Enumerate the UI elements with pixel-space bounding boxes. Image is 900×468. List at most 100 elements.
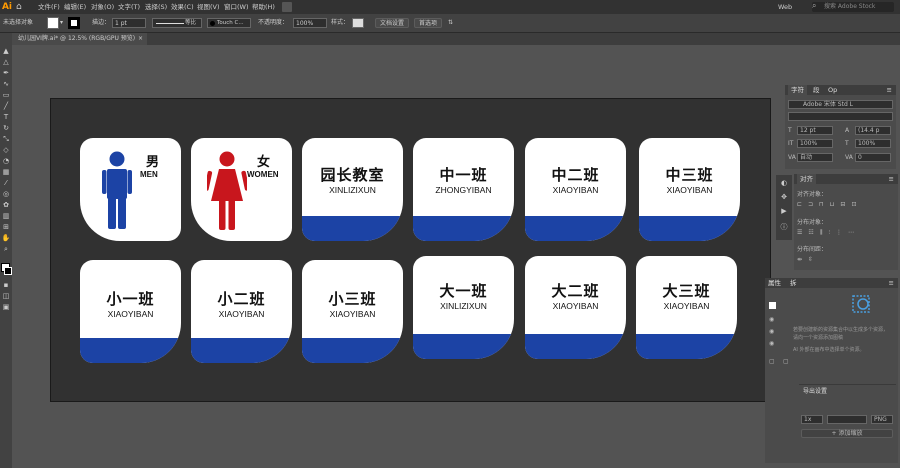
sign-men[interactable]: 男 MEN — [80, 138, 181, 241]
distribute-spacing-buttons[interactable]: ⇹⇳ — [797, 256, 819, 263]
tab-attributes[interactable]: 属性 — [768, 278, 781, 288]
export-suffix-field[interactable] — [827, 415, 867, 424]
home-icon[interactable]: ⌂ — [16, 2, 26, 12]
horizontal-scale-field[interactable]: 100% — [855, 139, 891, 148]
vertical-scale-field[interactable]: 100% — [797, 139, 833, 148]
sign-title: 小三班 — [328, 290, 377, 308]
draw-mode-icon[interactable]: ◫ — [1, 292, 11, 301]
arrange-docs-icon[interactable] — [282, 2, 292, 12]
workspace-switcher[interactable]: Web — [778, 0, 792, 14]
panel-menu-icon[interactable]: ≡ — [887, 85, 892, 95]
swatch-icon[interactable] — [769, 302, 776, 309]
color-mode-icon[interactable]: ▪ — [1, 281, 11, 290]
sign-large-3[interactable]: 大三班 XIAOYIBAN — [636, 256, 737, 359]
tab-character[interactable]: 字符 — [788, 85, 807, 95]
add-scale-button[interactable]: + 添加缩放 — [801, 429, 893, 438]
gradient-tool-icon[interactable]: ▦ — [1, 168, 11, 177]
export-scale-field[interactable]: 1x — [801, 415, 823, 424]
menu-file[interactable]: 文件(F) — [38, 0, 60, 14]
rotate-tool-icon[interactable]: ↻ — [1, 124, 11, 133]
selection-tool-icon[interactable]: ▲ — [1, 47, 11, 56]
preferences-button[interactable]: 首选项 — [414, 18, 442, 28]
menu-help[interactable]: 帮助(H) — [252, 0, 275, 14]
kerning-field[interactable]: 自动 — [797, 153, 833, 162]
distribute-objects-buttons[interactable]: ☰☷⫼⫶⋮⋯ — [797, 229, 860, 237]
close-icon[interactable]: × — [138, 33, 143, 45]
menu-effect[interactable]: 效果(C) — [171, 0, 194, 14]
graph-tool-icon[interactable]: ▥ — [1, 212, 11, 221]
scale-tool-icon[interactable]: ⤡ — [1, 135, 11, 144]
sign-middle-1[interactable]: 中一班 ZHONGYIBAN — [413, 138, 514, 241]
tab-opentype[interactable]: Op — [828, 85, 837, 95]
color-icon[interactable]: ◐ — [779, 179, 789, 187]
export-format-field[interactable]: PNG — [871, 415, 893, 424]
play-icon[interactable]: ▶ — [779, 207, 789, 215]
tracking-field[interactable]: 0 — [855, 153, 891, 162]
sign-middle-2[interactable]: 中二班 XIAOYIBAN — [525, 138, 626, 241]
eye-icon[interactable]: ◉ — [769, 328, 774, 335]
brush-dropdown[interactable]: Touch C... — [207, 18, 251, 28]
eye-icon[interactable]: ◉ — [769, 340, 774, 347]
panel-menu-icon[interactable]: ≡ — [889, 174, 894, 184]
paintbrush-tool-icon[interactable]: ╱ — [1, 102, 11, 111]
menu-window[interactable]: 窗口(W) — [224, 0, 249, 14]
eraser-tool-icon[interactable]: ◇ — [1, 146, 11, 155]
style-label: 样式： — [331, 19, 350, 26]
stroke-profile-dropdown[interactable]: 等比 — [152, 18, 202, 28]
appearance-icon[interactable]: ✥ — [779, 193, 789, 201]
eye-icon[interactable]: ◉ — [769, 316, 774, 323]
zoom-tool-icon[interactable]: ⌕ — [1, 245, 11, 254]
sign-small-1[interactable]: 小一班 XIAOYIBAN — [80, 260, 181, 363]
tab-layers[interactable]: 拆 — [790, 278, 797, 288]
tab-paragraph[interactable]: 段 — [813, 85, 820, 95]
sign-large-2[interactable]: 大二班 XIAOYIBAN — [525, 256, 626, 359]
stroke-color-icon[interactable] — [4, 267, 12, 275]
direct-selection-tool-icon[interactable]: △ — [1, 58, 11, 67]
sign-middle-3[interactable]: 中三班 XIAOYIBAN — [639, 138, 740, 241]
panel-menu-icon[interactable]: ≡ — [889, 278, 894, 288]
font-family-field[interactable]: Adobe 宋体 Std L — [788, 100, 893, 109]
document-setup-button[interactable]: 文档设置 — [375, 18, 409, 28]
sign-pinyin: XINLIZIXUN — [440, 301, 487, 311]
menu-view[interactable]: 视图(V) — [197, 0, 220, 14]
fill-swatch[interactable] — [47, 17, 59, 29]
opacity-field[interactable]: 100% — [293, 18, 327, 28]
align-objects-buttons[interactable]: ⊏⊐⊓⊔⊟⊡ — [797, 201, 862, 208]
stroke-swatch[interactable] — [68, 17, 80, 29]
hand-tool-icon[interactable]: ✋ — [1, 234, 11, 243]
image-icon[interactable]: ▢ — [783, 358, 789, 365]
document-tab[interactable]: 幼儿园VI牌.ai* @ 12.5% (RGB/GPU 预览) × — [12, 33, 147, 45]
blend-tool-icon[interactable]: ◎ — [1, 190, 11, 199]
info-icon[interactable]: ⓘ — [779, 223, 789, 231]
menu-select[interactable]: 选择(S) — [145, 0, 167, 14]
menu-edit[interactable]: 编辑(E) — [64, 0, 86, 14]
tab-align[interactable]: 对齐 — [797, 174, 816, 184]
menu-type[interactable]: 文字(T) — [118, 0, 140, 14]
font-style-field[interactable] — [788, 112, 893, 121]
sign-small-3[interactable]: 小三班 XIAOYIBAN — [302, 260, 403, 363]
eyedropper-tool-icon[interactable]: ⁄ — [1, 179, 11, 188]
divider — [799, 384, 896, 385]
shape-builder-tool-icon[interactable]: ◔ — [1, 157, 11, 166]
curvature-tool-icon[interactable]: ∿ — [1, 80, 11, 89]
stock-search-input[interactable]: 搜索 Adobe Stock — [812, 2, 894, 12]
font-size-field[interactable]: 12 pt — [797, 126, 833, 135]
sign-director-office[interactable]: 园长教室 XINLIZIXUN — [302, 138, 403, 241]
screen-mode-icon[interactable]: ▣ — [1, 303, 11, 312]
rectangle-tool-icon[interactable]: ▭ — [1, 91, 11, 100]
stroke-weight-field[interactable]: 1 pt — [112, 18, 146, 28]
leading-field[interactable]: (14.4 p — [855, 126, 891, 135]
sign-women[interactable]: 女 WOMEN — [191, 138, 292, 241]
style-swatch[interactable] — [352, 18, 364, 28]
artboard-tool-icon[interactable]: ⊞ — [1, 223, 11, 232]
chevron-down-icon[interactable]: ▾ — [60, 18, 63, 28]
image-icon[interactable]: ▢ — [769, 358, 775, 365]
menu-object[interactable]: 对象(O) — [91, 0, 114, 14]
symbol-sprayer-tool-icon[interactable]: ✿ — [1, 201, 11, 210]
sign-title: 中二班 — [551, 166, 600, 184]
sign-small-2[interactable]: 小二班 XIAOYIBAN — [191, 260, 292, 363]
type-tool-icon[interactable]: T — [1, 113, 11, 122]
arrange-icon[interactable]: ⇅ — [448, 18, 453, 28]
sign-large-1[interactable]: 大一班 XINLIZIXUN — [413, 256, 514, 359]
pen-tool-icon[interactable]: ✒ — [1, 69, 11, 78]
